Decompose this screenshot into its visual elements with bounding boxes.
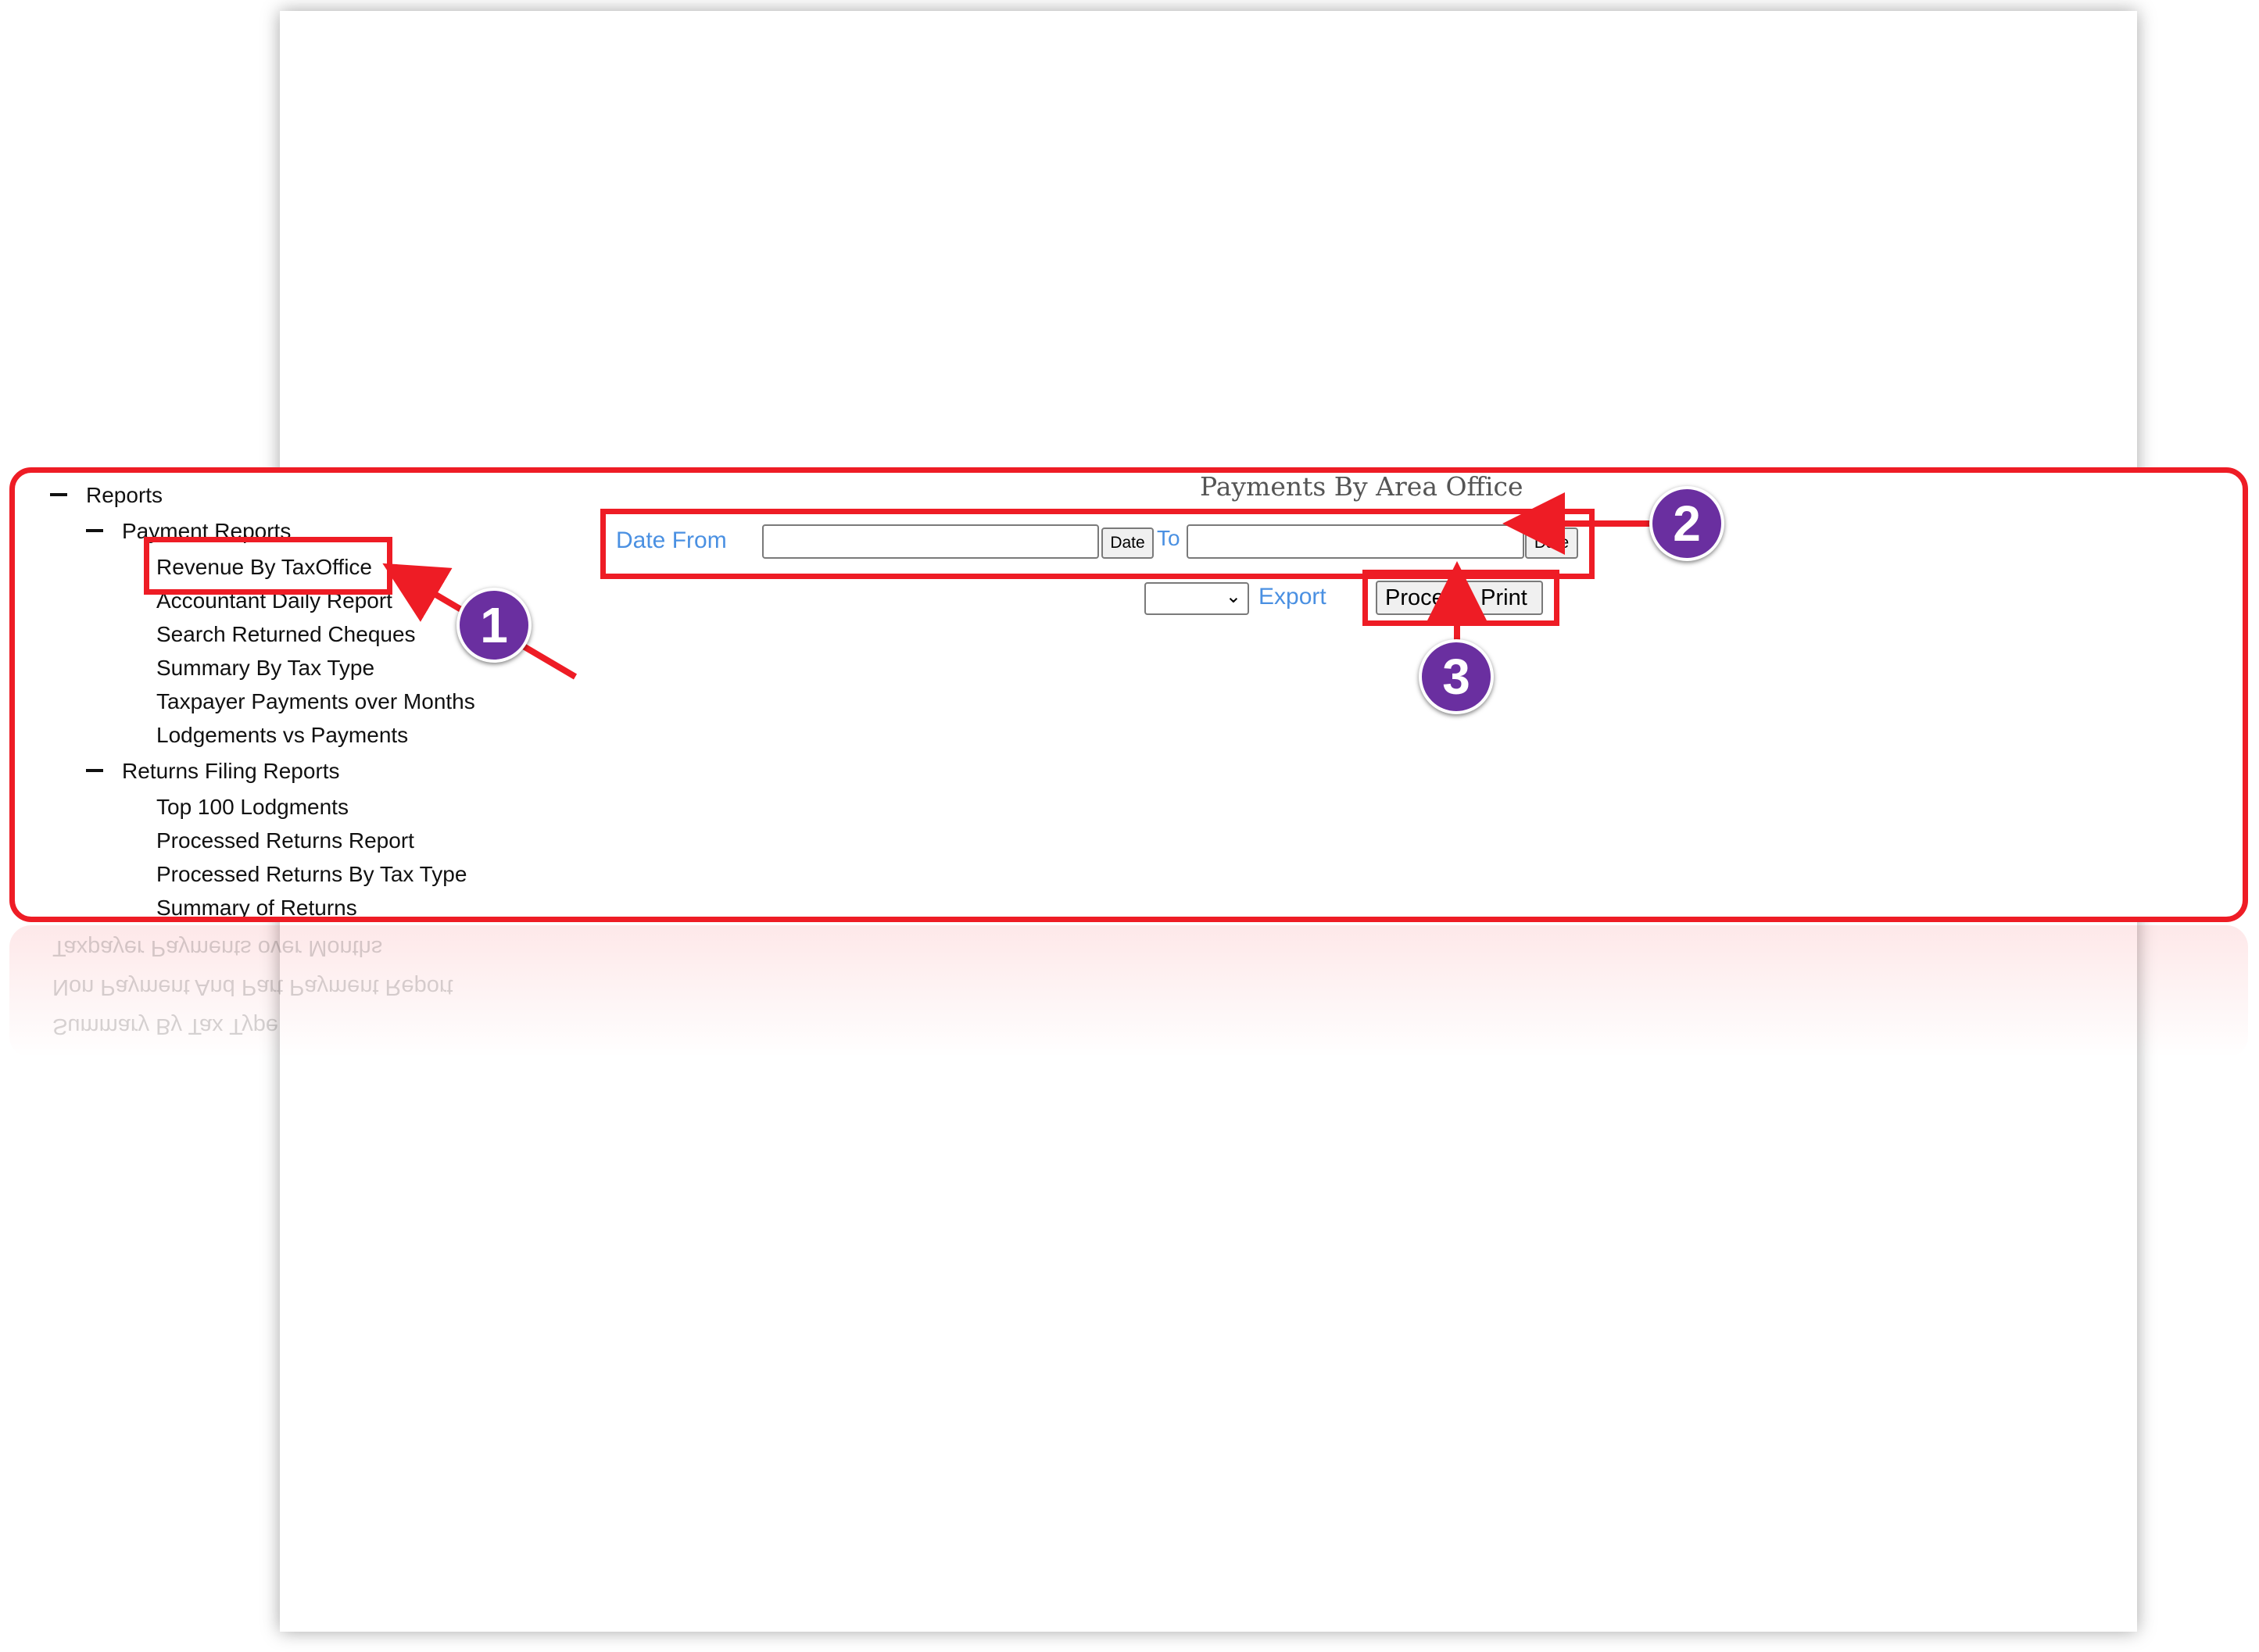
tree-item-top-100-lodgments[interactable]: Top 100 Lodgments <box>156 794 349 821</box>
step-badge-2: 2 <box>1649 486 1724 561</box>
tree-item-lodgements-vs-payments[interactable]: Lodgements vs Payments <box>156 722 408 749</box>
tree-item-processed-returns-by-tax-type[interactable]: Processed Returns By Tax Type <box>156 861 467 888</box>
panel-reflection: Taxpayer Payments over Months Non Paymen… <box>9 925 2248 1058</box>
reflection-line: Non Payment And Part Payment Report <box>52 974 453 999</box>
collapse-icon[interactable] <box>86 528 103 532</box>
tree-item-taxpayer-payments-over-months[interactable]: Taxpayer Payments over Months <box>156 688 475 715</box>
chevron-down-icon: ⌄ <box>1225 586 1241 607</box>
step-badge-3: 3 <box>1419 639 1494 714</box>
collapse-icon[interactable] <box>50 492 67 496</box>
tree-group-returns-filing-reports[interactable]: Returns Filing Reports <box>86 758 340 785</box>
tree-root-reports[interactable]: Reports <box>50 482 163 509</box>
tree-item-processed-returns-report[interactable]: Processed Returns Report <box>156 828 414 854</box>
export-link[interactable]: Export <box>1258 584 1326 610</box>
tree-item-search-returned-cheques[interactable]: Search Returned Cheques <box>156 621 416 648</box>
reflection-line: Taxpayer Payments over Months <box>52 935 383 960</box>
highlight-box-revenue <box>144 537 392 595</box>
page-title: Payments By Area Office <box>1200 471 1523 502</box>
highlight-box-dates <box>600 509 1595 579</box>
tree-group-label: Returns Filing Reports <box>122 759 340 783</box>
report-panel: Reports Payment Reports Revenue By TaxOf… <box>9 467 2248 922</box>
reflection-line: Summary By Tax Type <box>52 1014 279 1039</box>
collapse-icon[interactable] <box>86 768 103 772</box>
export-format-select[interactable]: ⌄ <box>1144 582 1249 615</box>
tree-item-summary-of-returns[interactable]: Summary of Returns <box>156 895 357 917</box>
tree-item-summary-by-tax-type[interactable]: Summary By Tax Type <box>156 655 374 681</box>
highlight-box-buttons <box>1362 570 1559 626</box>
tree-root-label: Reports <box>86 483 163 507</box>
step-badge-1: 1 <box>456 588 532 663</box>
